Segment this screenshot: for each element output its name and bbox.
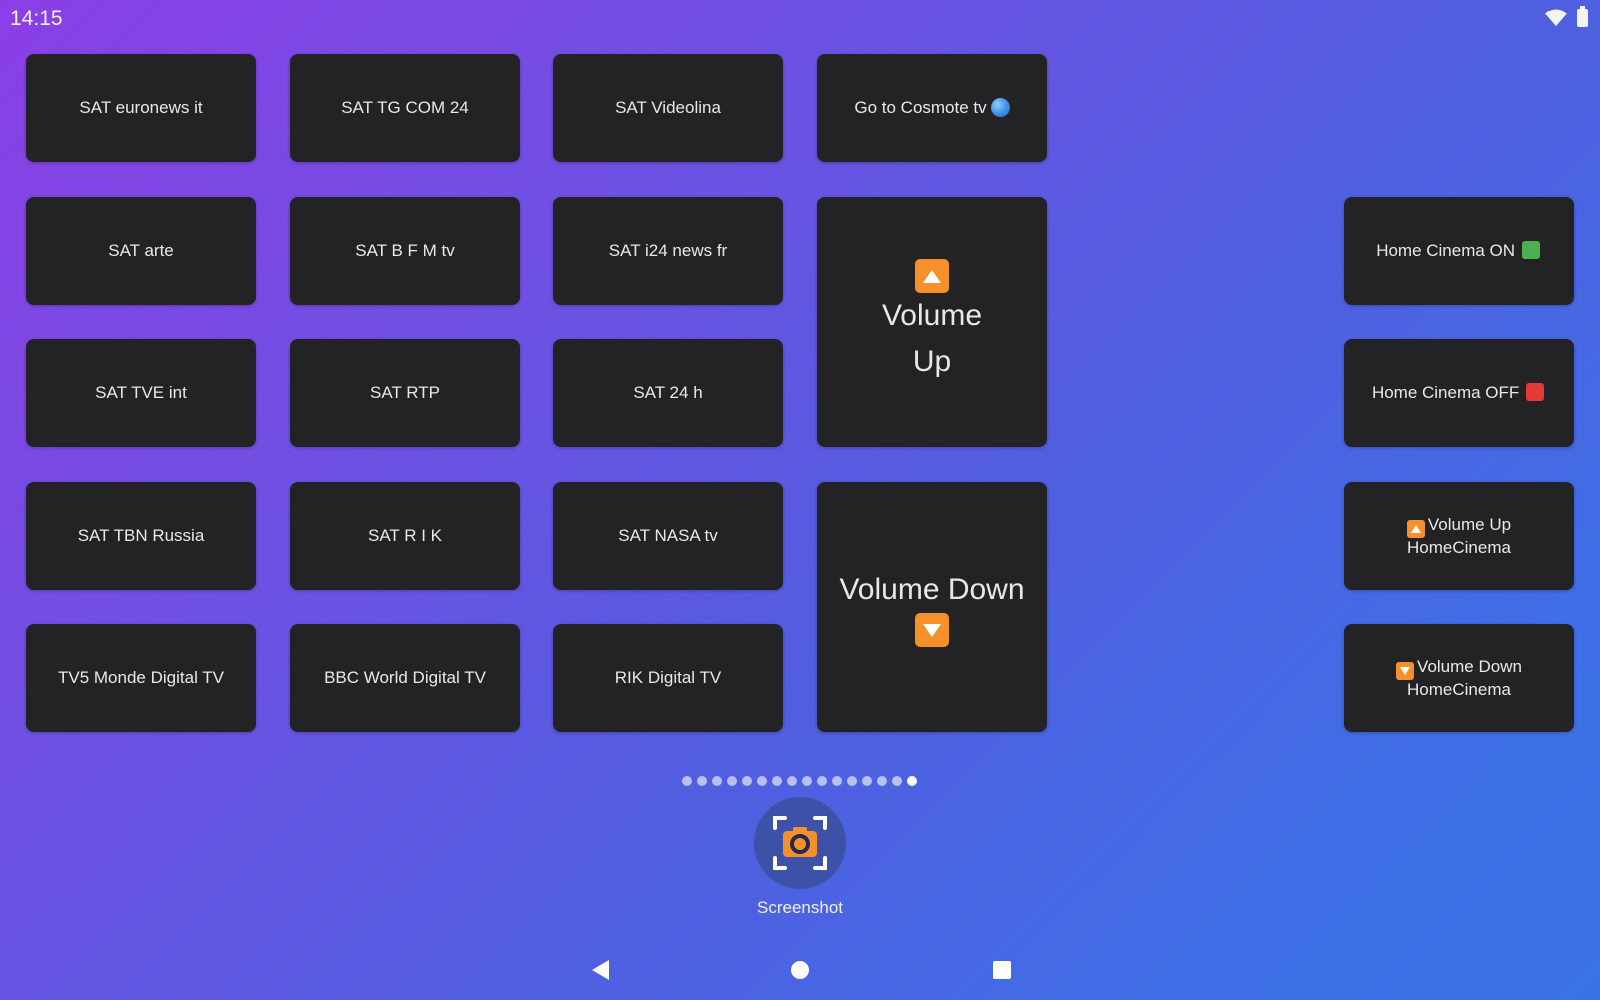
tile-sat-bfm-tv[interactable]: SAT B F M tv	[290, 197, 520, 305]
tile-rik-digital-tv[interactable]: RIK Digital TV	[553, 624, 783, 732]
volume-down-button[interactable]: Volume Down	[817, 482, 1047, 732]
battery-icon	[1577, 6, 1588, 27]
tile-label: BBC World Digital TV	[324, 668, 486, 687]
recents-icon[interactable]	[993, 961, 1011, 979]
tile-label: SAT R I K	[367, 526, 442, 545]
tile-label: Go to Cosmote tv	[854, 98, 987, 117]
page-dot[interactable]	[787, 776, 797, 786]
tile-label-line2: Up	[912, 345, 952, 378]
tile-label-line1: Volume	[881, 299, 983, 332]
page-dot-active[interactable]	[907, 776, 917, 786]
tile-go-to-cosmote-tv[interactable]: Go to Cosmote tv	[817, 54, 1047, 162]
home-cinema-on-button[interactable]: Home Cinema ON	[1344, 197, 1574, 305]
page-dot[interactable]	[712, 776, 722, 786]
clock: 14:15	[10, 7, 63, 30]
tile-sat-rik[interactable]: SAT R I K	[290, 482, 520, 590]
tile-label: SAT TG COM 24	[341, 98, 469, 117]
tile-sat-tg-com-24[interactable]: SAT TG COM 24	[290, 54, 520, 162]
arrow-up-icon	[915, 259, 949, 293]
page-dot[interactable]	[832, 776, 842, 786]
wifi-icon	[1545, 9, 1567, 27]
navigation-bar	[0, 940, 1600, 1000]
tile-sat-euronews-it[interactable]: SAT euronews it	[26, 54, 256, 162]
tile-label: SAT arte	[108, 241, 174, 260]
screenshot-app-label: Screenshot	[757, 898, 843, 917]
page-dot[interactable]	[877, 776, 887, 786]
tile-label: SAT B F M tv	[355, 241, 455, 260]
page-dot[interactable]	[862, 776, 872, 786]
page-dot[interactable]	[847, 776, 857, 786]
tile-label: SAT NASA tv	[618, 526, 718, 545]
home-icon[interactable]	[791, 961, 809, 979]
tile-bbc-world-digital-tv[interactable]: BBC World Digital TV	[290, 624, 520, 732]
camera-icon	[773, 816, 827, 870]
tile-label-line2: HomeCinema	[1407, 537, 1511, 557]
back-icon[interactable]	[592, 960, 609, 980]
page-dot[interactable]	[817, 776, 827, 786]
green-square-icon	[1521, 241, 1540, 259]
tile-sat-arte[interactable]: SAT arte	[26, 197, 256, 305]
page-dot[interactable]	[772, 776, 782, 786]
tile-label: SAT i24 news fr	[608, 241, 728, 260]
tile-label: Home Cinema ON	[1376, 241, 1516, 260]
tile-label-line2: HomeCinema	[1407, 679, 1511, 699]
tile-label: Home Cinema OFF	[1371, 383, 1520, 402]
tile-label: SAT euronews it	[79, 98, 203, 117]
tile-sat-24-h[interactable]: SAT 24 h	[553, 339, 783, 447]
red-square-icon	[1526, 383, 1545, 401]
tile-label: SAT Videolina	[615, 98, 721, 117]
page-dot[interactable]	[697, 776, 707, 786]
page-dot[interactable]	[892, 776, 902, 786]
tile-sat-tve-int[interactable]: SAT TVE int	[26, 339, 256, 447]
volume-down-homecinema-button[interactable]: Volume Down HomeCinema	[1344, 624, 1574, 732]
tile-label: Volume Down	[839, 573, 1025, 606]
status-bar: 14:15	[0, 0, 1600, 40]
tile-label: SAT RTP	[370, 383, 440, 402]
tile-sat-rtp[interactable]: SAT RTP	[290, 339, 520, 447]
tile-label: SAT 24 h	[633, 383, 703, 402]
tile-tv5-monde-digital-tv[interactable]: TV5 Monde Digital TV	[26, 624, 256, 732]
tile-sat-i24-news-fr[interactable]: SAT i24 news fr	[553, 197, 783, 305]
volume-up-button[interactable]: Volume Up	[817, 197, 1047, 447]
tile-label: SAT TBN Russia	[77, 526, 205, 545]
globe-icon	[990, 98, 1010, 117]
arrow-down-icon	[915, 613, 949, 647]
tile-sat-videolina[interactable]: SAT Videolina	[553, 54, 783, 162]
tile-label-line1: Volume Down	[1417, 656, 1522, 676]
tile-sat-nasa-tv[interactable]: SAT NASA tv	[553, 482, 783, 590]
page-dot[interactable]	[742, 776, 752, 786]
tile-label: RIK Digital TV	[614, 668, 722, 687]
arrow-up-icon	[1406, 519, 1425, 538]
tile-label: TV5 Monde Digital TV	[58, 668, 224, 687]
page-dot[interactable]	[757, 776, 767, 786]
page-dot[interactable]	[727, 776, 737, 786]
tile-sat-tbn-russia[interactable]: SAT TBN Russia	[26, 482, 256, 590]
page-indicator[interactable]	[682, 776, 917, 786]
home-cinema-off-button[interactable]: Home Cinema OFF	[1344, 339, 1574, 447]
arrow-down-icon	[1396, 661, 1415, 680]
tile-label: SAT TVE int	[95, 383, 187, 402]
page-dot[interactable]	[682, 776, 692, 786]
page-dot[interactable]	[802, 776, 812, 786]
volume-up-homecinema-button[interactable]: Volume Up HomeCinema	[1344, 482, 1574, 590]
tile-label-line1: Volume Up	[1427, 514, 1512, 534]
screenshot-app-icon[interactable]	[754, 797, 846, 889]
